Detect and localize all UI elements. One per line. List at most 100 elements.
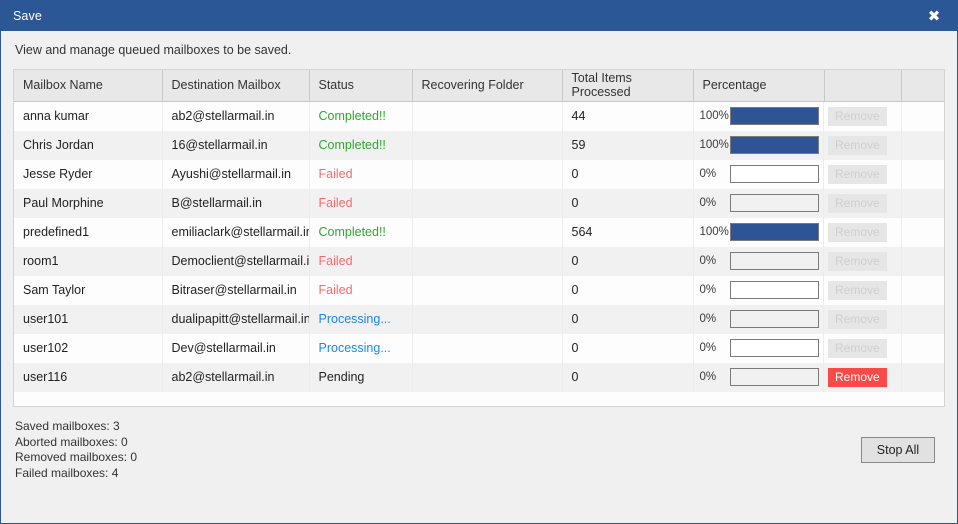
close-icon[interactable]: ✖ (911, 1, 957, 31)
cell-destination-mailbox: ab2@stellarmail.in (162, 362, 310, 392)
cell-filler (901, 363, 944, 392)
table-row[interactable]: user101 dualipapitt@stellarmail.in Process… (14, 304, 944, 334)
progress-bar-fill (730, 137, 818, 153)
cell-destination-mailbox: dualipapitt@stellarmail.in (162, 304, 310, 334)
cell-percentage: 0% (694, 275, 824, 305)
cell-total-items-processed: 0 (562, 304, 694, 334)
table-row[interactable]: Sam Taylor Bitraser@stellarmail.in Failed 0… (14, 275, 944, 305)
cell-mailbox-name: Paul Morphine (14, 188, 163, 218)
cell-total-items-processed: 0 (562, 275, 694, 305)
remove-button: Remove (828, 280, 887, 300)
failed-mailboxes-count: Failed mailboxes: 4 (15, 465, 119, 480)
table-row[interactable]: anna kumar ab2@stellarmail.in Completed!! 4… (14, 101, 944, 131)
cell-destination-mailbox: Bitraser@stellarmail.in (162, 275, 310, 305)
cell-mailbox-name: Chris Jordan (14, 130, 163, 160)
remove-button: Remove (828, 222, 887, 242)
cell-mailbox-name: Jesse Ryder (14, 159, 163, 189)
progress-bar (729, 252, 819, 270)
progress-bar-fill (730, 108, 818, 124)
column-header-total-items-processed[interactable]: Total Items Processed (562, 70, 694, 102)
cell-total-items-processed: 564 (562, 217, 694, 247)
cell-action: Remove (824, 304, 902, 334)
cell-destination-mailbox: emiliaclark@stellarmail.in (162, 217, 310, 247)
cell-status: Failed (309, 275, 413, 305)
table-row[interactable]: Chris Jordan 16@stellarmail.in Completed!!… (14, 130, 944, 160)
percentage-label: 0% (699, 313, 717, 325)
cell-filler (901, 334, 944, 363)
cell-filler (901, 218, 944, 247)
cell-recovering-folder (412, 246, 563, 276)
cell-mailbox-name: predefined1 (14, 217, 163, 247)
remove-button: Remove (828, 135, 887, 155)
cell-recovering-folder (412, 362, 563, 392)
remove-button: Remove (828, 164, 887, 184)
table-row[interactable]: user102 Dev@stellarmail.in Processing... 0 0… (14, 333, 944, 363)
remove-button[interactable]: Remove (828, 367, 887, 387)
cell-destination-mailbox: Ayushi@stellarmail.in (162, 159, 310, 189)
saved-mailboxes-count: Saved mailboxes: 3 (15, 419, 120, 433)
window-title: Save (13, 9, 42, 23)
cell-percentage: 100% (694, 101, 824, 131)
cell-action: Remove (824, 275, 902, 305)
cell-status: Processing... (309, 304, 413, 334)
table-row[interactable]: user116 ab2@stellarmail.in Pending 0 0% Remov… (14, 362, 944, 392)
progress-bar-fill (730, 224, 818, 240)
cell-total-items-processed: 0 (562, 159, 694, 189)
cell-percentage: 0% (694, 304, 824, 334)
cell-total-items-processed: 0 (562, 362, 694, 392)
column-header-recovering-folder[interactable]: Recovering Folder (412, 70, 563, 102)
cell-recovering-folder (412, 159, 563, 189)
cell-recovering-folder (412, 333, 563, 363)
progress-bar (729, 165, 819, 183)
percentage-label: 0% (699, 284, 717, 296)
stop-all-button[interactable]: Stop All (861, 437, 935, 463)
progress-bar (729, 136, 819, 154)
cell-destination-mailbox: Dev@stellarmail.in (162, 333, 310, 363)
instruction-text: View and manage queued mailboxes to be s… (15, 43, 292, 57)
table-row[interactable]: Paul Morphine B@stellarmail.in Failed 0 0% Re… (14, 188, 944, 218)
cell-destination-mailbox: B@stellarmail.in (162, 188, 310, 218)
cell-total-items-processed: 44 (562, 101, 694, 131)
cell-total-items-processed: 59 (562, 130, 694, 160)
cell-recovering-folder (412, 188, 563, 218)
progress-bar (729, 310, 819, 328)
cell-action: Remove (824, 188, 902, 218)
cell-status: Completed!! (309, 217, 413, 247)
progress-bar (729, 368, 819, 386)
cell-filler (901, 101, 944, 131)
cell-action: Remove (824, 101, 902, 131)
column-header-status[interactable]: Status (309, 70, 413, 102)
cell-status: Failed (309, 188, 413, 218)
cell-filler (901, 276, 944, 305)
cell-filler (901, 131, 944, 160)
column-header-destination-mailbox[interactable]: Destination Mailbox (162, 70, 310, 102)
table-row[interactable]: Jesse Ryder Ayushi@stellarmail.in Failed 0 0… (14, 159, 944, 189)
column-header-mailbox-name[interactable]: Mailbox Name (14, 70, 163, 102)
column-header-action[interactable] (824, 70, 902, 102)
remove-button: Remove (828, 309, 887, 329)
progress-bar (729, 339, 819, 357)
cell-filler (901, 189, 944, 218)
table-row[interactable]: room1 Democlient@stellarmail.in Failed 0 0% R… (14, 246, 944, 276)
table-row[interactable]: predefined1 emiliaclark@stellarmail.in Com… (14, 217, 944, 247)
cell-percentage: 100% (694, 217, 824, 247)
column-header-percentage[interactable]: Percentage (693, 70, 825, 102)
cell-status: Completed!! (309, 130, 413, 160)
table-body: anna kumar ab2@stellarmail.in Completed!! 4… (14, 101, 944, 392)
cell-filler (901, 305, 944, 334)
percentage-label: 0% (699, 255, 717, 267)
cell-mailbox-name: anna kumar (14, 101, 163, 131)
column-header-filler[interactable] (901, 70, 944, 102)
cell-mailbox-name: Sam Taylor (14, 275, 163, 305)
cell-percentage: 0% (694, 246, 824, 276)
percentage-label: 100% (699, 226, 729, 238)
cell-destination-mailbox: Democlient@stellarmail.in (162, 246, 310, 276)
remove-button: Remove (828, 251, 887, 271)
cell-recovering-folder (412, 101, 563, 131)
cell-action: Remove (824, 246, 902, 276)
cell-recovering-folder (412, 275, 563, 305)
cell-action: Remove (824, 217, 902, 247)
percentage-label: 100% (699, 110, 729, 122)
table-header: Mailbox Name Destination Mailbox Status … (14, 70, 944, 102)
cell-mailbox-name: user102 (14, 333, 163, 363)
